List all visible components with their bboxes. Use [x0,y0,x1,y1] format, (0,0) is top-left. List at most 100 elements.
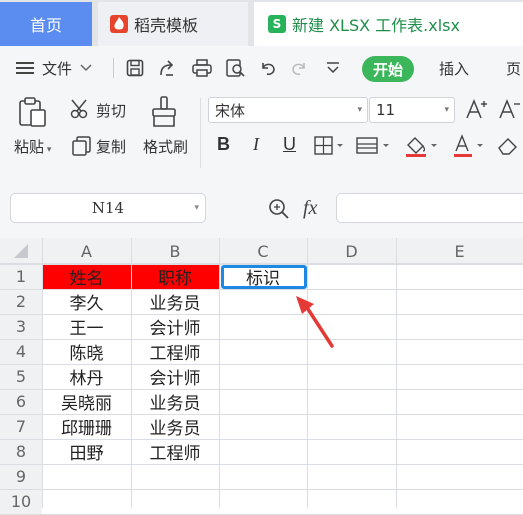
formula-input[interactable] [336,193,523,223]
tab-template[interactable]: 稻壳模板 [98,2,248,46]
format-painter-label: 格式刷 [143,138,189,156]
font-color-icon[interactable] [452,134,486,158]
cell-a4[interactable]: 陈晓 [42,339,131,364]
italic-button[interactable]: I [253,134,259,155]
column-header-d[interactable]: D [307,238,396,264]
tab-page-layout[interactable]: 页 [506,46,521,90]
copy-icon[interactable] [72,136,92,156]
row-header-3[interactable]: 3 [0,314,42,339]
hamburger-icon [16,61,34,75]
quick-access-more-icon[interactable] [326,62,340,74]
paste-dropdown-icon: ▾ [44,145,52,155]
tab-file[interactable]: S 新建 XLSX 工作表.xlsx [254,2,523,46]
row-header-1[interactable]: 1 [0,264,42,289]
cell-b8[interactable]: 工程师 [131,439,219,464]
column-header-a[interactable]: A [42,238,131,264]
font-size-select[interactable]: 11 ▾ [369,97,455,123]
increase-font-size-icon[interactable] [465,98,489,120]
cell-b7[interactable]: 业务员 [131,414,219,439]
copy-button[interactable]: 复制 [96,136,126,157]
row-header-9[interactable]: 9 [0,464,42,489]
print-preview-icon[interactable] [226,59,246,77]
undo-icon[interactable] [259,59,277,77]
menu-divider [113,58,114,78]
menu-bar: 文件 开始 插入 页 [0,46,523,90]
spreadsheet-grid: A B C D E 1 2 3 4 5 6 7 8 9 10 姓名 职称 标识 李久 王一 陈晓 林丹 吴晓丽 邱珊珊 田野 业务… [0,238,523,515]
cell-b6[interactable]: 业务员 [131,389,219,414]
font-size-value: 11 [376,101,396,119]
underline-button[interactable]: U [283,134,296,155]
cell-a7[interactable]: 邱珊珊 [42,414,131,439]
format-painter-icon[interactable] [151,96,177,128]
cell-a1[interactable]: 姓名 [42,264,131,289]
name-box[interactable]: N14 ▾ [10,193,206,223]
font-name-select[interactable]: 宋体 ▾ [208,97,368,123]
cut-label: 剪切 [96,102,127,120]
docer-logo-icon [110,15,128,33]
cell-a2[interactable]: 李久 [42,289,131,314]
column-header-c[interactable]: C [219,238,307,264]
name-box-value: N14 [91,199,125,217]
column-header-e[interactable]: E [396,238,523,264]
function-fx-icon[interactable]: fx [303,197,317,220]
annotation-arrow [292,294,342,354]
ribbon-divider [200,98,201,168]
row-header-10[interactable]: 10 [0,489,42,514]
cell-a6[interactable]: 吴晓丽 [42,389,131,414]
zoom-search-icon[interactable] [268,198,290,220]
paste-button[interactable]: 粘贴 ▾ [14,136,51,157]
chevron-down-icon [80,64,92,72]
name-box-dropdown-icon: ▾ [194,203,199,213]
paste-label: 粘贴 [14,138,45,156]
cell-style-icon[interactable] [356,136,390,156]
tab-start[interactable]: 开始 [362,56,414,82]
paste-icon[interactable] [18,96,48,128]
grid-line-v [307,238,308,508]
cell-a3[interactable]: 王一 [42,314,131,339]
select-all-corner[interactable] [0,238,42,264]
row-header-8[interactable]: 8 [0,439,42,464]
cell-b5[interactable]: 会计师 [131,364,219,389]
tab-page-layout-label: 页 [506,59,522,78]
export-icon[interactable] [158,59,176,77]
tab-bar: 首页 稻壳模板 S 新建 XLSX 工作表.xlsx [0,0,523,46]
cell-a5[interactable]: 林丹 [42,364,131,389]
scissors-icon[interactable] [70,99,92,119]
tab-file-label: 新建 XLSX 工作表.xlsx [292,16,460,35]
tab-start-label: 开始 [372,60,403,79]
cut-button[interactable]: 剪切 [96,100,126,121]
grid-line-v [396,238,397,508]
select-all-triangle-icon [14,244,28,258]
eraser-icon[interactable] [497,136,521,156]
format-painter-button[interactable]: 格式刷 [143,136,188,157]
grid-line-h [0,489,523,490]
menu-file[interactable]: 文件 [16,46,92,90]
row-header-2[interactable]: 2 [0,289,42,314]
bold-button[interactable]: B [217,134,230,155]
row-header-4[interactable]: 4 [0,339,42,364]
cell-b3[interactable]: 会计师 [131,314,219,339]
row-header-7[interactable]: 7 [0,414,42,439]
font-size-dropdown-icon: ▾ [444,105,449,115]
cell-b1[interactable]: 职称 [131,264,219,289]
redo-icon[interactable] [290,59,308,77]
row-header-5[interactable]: 5 [0,364,42,389]
borders-icon[interactable] [314,136,344,156]
selected-cell-highlight [221,265,307,289]
menu-file-label: 文件 [42,59,73,78]
cell-a8[interactable]: 田野 [42,439,131,464]
decrease-font-size-icon[interactable] [498,98,522,120]
tab-home[interactable]: 首页 [0,2,92,46]
fill-color-icon[interactable] [404,134,438,158]
cell-b2[interactable]: 业务员 [131,289,219,314]
tab-insert[interactable]: 插入 [439,46,469,90]
tab-template-label: 稻壳模板 [134,16,199,35]
column-header-b[interactable]: B [131,238,219,264]
save-icon[interactable] [126,59,144,77]
row-header-6[interactable]: 6 [0,389,42,414]
print-icon[interactable] [192,59,212,77]
font-name-value: 宋体 [215,101,246,120]
ribbon: 粘贴 ▾ 剪切 复制 格式刷 宋体 ▾ 11 ▾ B I U [0,90,523,176]
cell-b4[interactable]: 工程师 [131,339,219,364]
copy-label: 复制 [96,138,127,156]
